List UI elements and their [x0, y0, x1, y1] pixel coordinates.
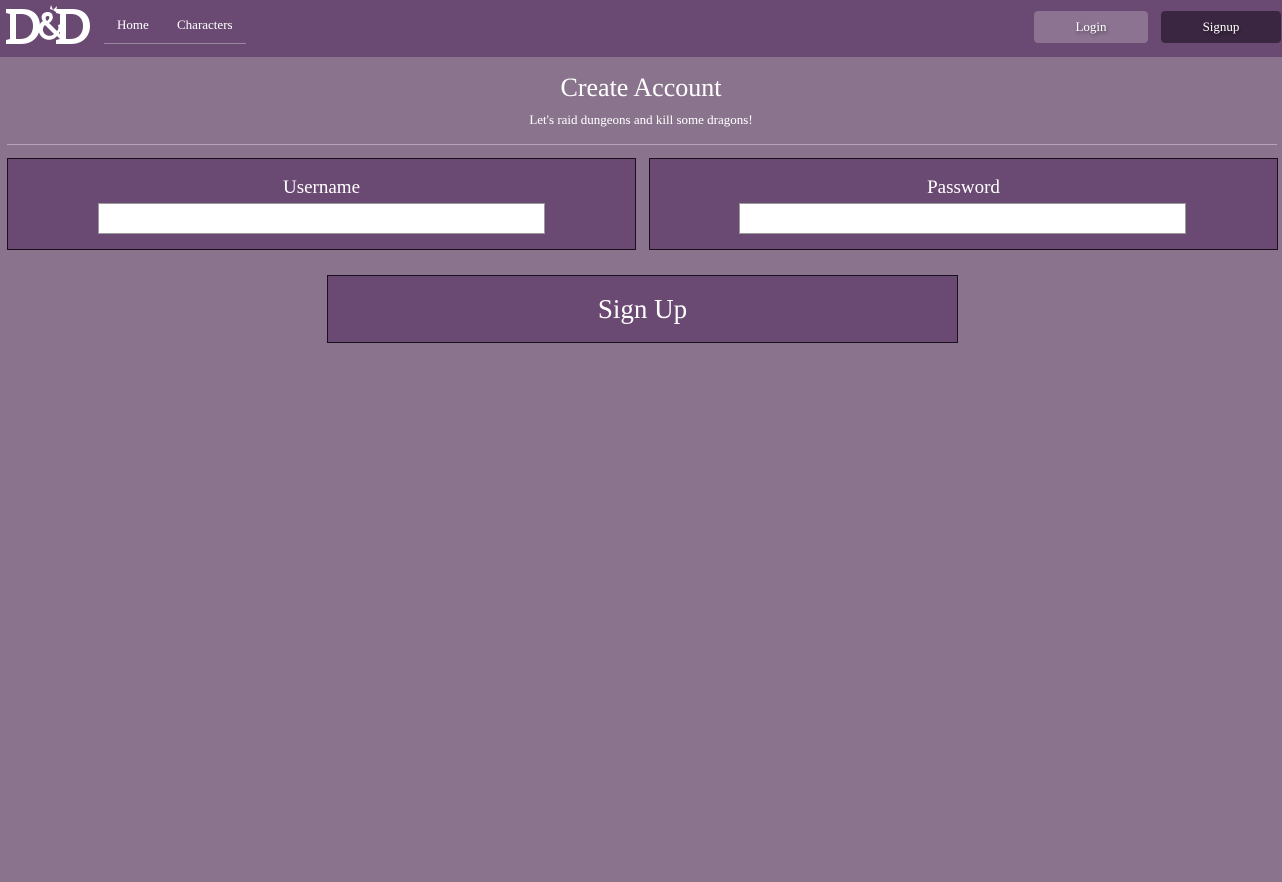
page-title: Create Account — [560, 73, 722, 102]
signup-button[interactable]: Signup — [1161, 11, 1281, 43]
sign-up-button[interactable]: Sign Up — [327, 275, 958, 343]
username-panel: Username — [7, 158, 636, 250]
dnd-logo-icon[interactable] — [4, 4, 92, 48]
dnd-logo-graphic — [6, 5, 90, 44]
password-panel: Password — [649, 158, 1278, 250]
login-button[interactable]: Login — [1034, 11, 1148, 43]
nav-link-home[interactable]: Home — [117, 17, 149, 33]
nav-link-characters[interactable]: Characters — [177, 17, 233, 33]
username-label: Username — [282, 177, 361, 198]
main-nav: Home Characters — [104, 0, 246, 44]
navbar: Home Characters Login Signup — [0, 0, 1282, 57]
page-subtitle: Let's raid dungeons and kill some dragon… — [529, 112, 753, 127]
username-input[interactable] — [98, 203, 545, 234]
divider — [7, 144, 1277, 145]
password-label: Password — [927, 177, 1000, 198]
password-input[interactable] — [739, 203, 1186, 234]
